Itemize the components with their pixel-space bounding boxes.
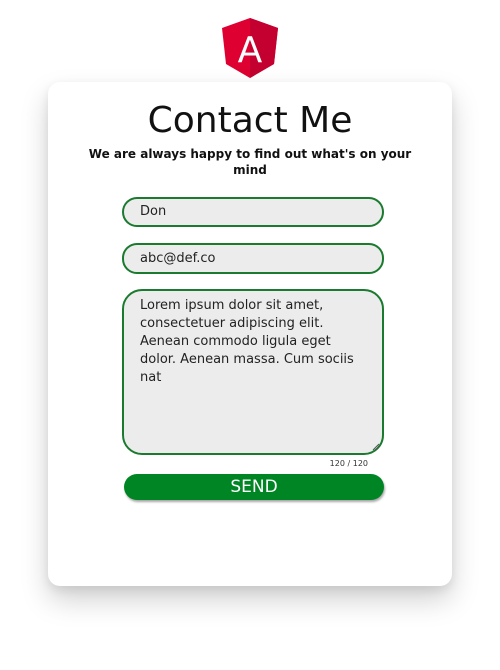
resize-handle-icon[interactable] xyxy=(372,443,380,451)
contact-card: Contact Me We are always happy to find o… xyxy=(48,82,452,586)
page-subtitle: We are always happy to find out what's o… xyxy=(88,147,412,177)
angular-logo-letter: A xyxy=(238,30,263,71)
name-field[interactable]: Don xyxy=(122,197,384,227)
angular-logo-icon: A xyxy=(222,18,278,78)
email-field[interactable]: abc@def.co xyxy=(122,243,384,274)
send-button[interactable]: SEND xyxy=(124,474,384,500)
character-counter: 120 / 120 xyxy=(329,459,368,468)
page-title: Contact Me xyxy=(147,100,353,141)
message-textarea[interactable]: Lorem ipsum dolor sit amet, consectetuer… xyxy=(122,289,384,455)
page: A Contact Me We are always happy to find… xyxy=(0,0,500,670)
